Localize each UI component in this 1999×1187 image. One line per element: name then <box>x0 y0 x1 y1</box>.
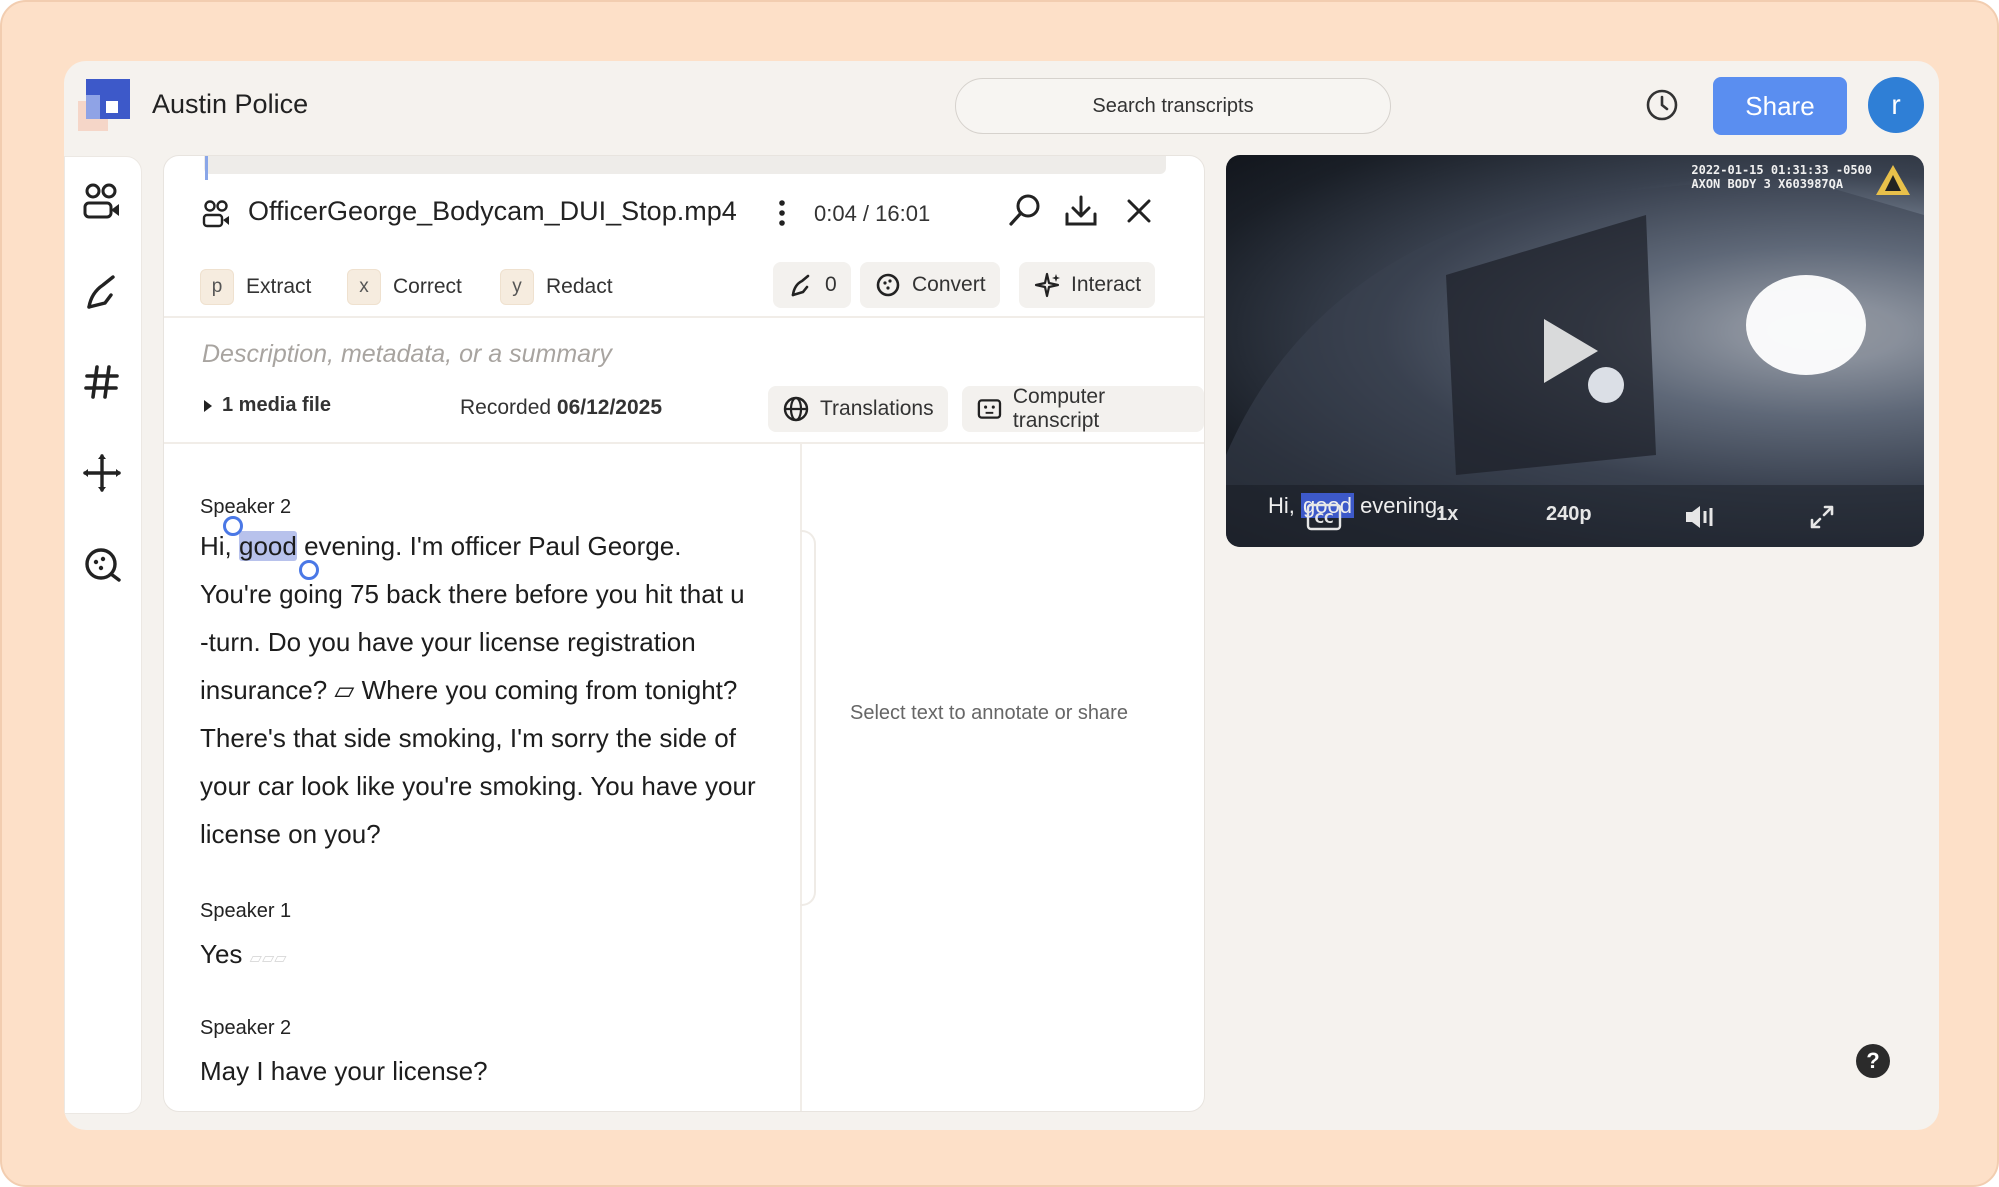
selected-text[interactable]: good <box>239 531 297 561</box>
video-caption: Hi, good evening. <box>1268 493 1443 519</box>
video-player[interactable]: 2022-01-15 01:31:33 -0500 AXON BODY 3 X6… <box>1226 155 1924 547</box>
caret-right-icon <box>204 399 212 412</box>
avatar[interactable]: r <box>1868 77 1924 133</box>
speaker-label: Speaker 2 <box>200 496 292 518</box>
search-analytics-icon[interactable] <box>79 542 125 588</box>
playback-time: 0:04 / 16:01 <box>814 201 931 226</box>
axon-logo-icon <box>1876 165 1910 195</box>
pause-marker: ▱▱▱ <box>249 950 287 967</box>
search-input[interactable]: Search transcripts <box>955 78 1391 134</box>
speakers-icon <box>202 200 229 228</box>
speaker-label: Speaker 2 <box>200 1017 292 1039</box>
annotation-hint: Select text to annotate or share <box>850 702 1128 724</box>
more-options-icon[interactable] <box>776 198 788 228</box>
move-icon[interactable] <box>79 450 125 496</box>
description-field[interactable]: Description, metadata, or a summary <box>202 340 612 369</box>
convert-label: Convert <box>912 273 986 296</box>
people-icon[interactable] <box>79 179 125 225</box>
left-rail <box>64 156 142 1114</box>
logo-icon <box>78 79 130 131</box>
file-name: OfficerGeorge_Bodycam_DUI_Stop.mp4 <box>248 196 737 226</box>
computer-transcript-button[interactable]: Computer transcript <box>962 385 1204 432</box>
extract-action[interactable]: p Extract <box>200 266 311 308</box>
speaker-label: Speaker 1 <box>200 900 292 922</box>
extract-label: Extract <box>246 275 312 298</box>
timestamp-line: 2022-01-15 01:31:33 -0500 <box>1691 163 1872 177</box>
transcript-paragraph[interactable]: Hi, good evening. I'm officer Paul Georg… <box>200 522 760 858</box>
interact-label: Interact <box>1071 273 1142 296</box>
cc-icon[interactable]: CC <box>1306 503 1342 531</box>
convert-icon <box>876 273 900 297</box>
volume-icon[interactable] <box>1684 503 1716 531</box>
playhead[interactable] <box>205 156 208 180</box>
redact-key: y <box>500 269 534 305</box>
bodycam-timestamp: 2022-01-15 01:31:33 -0500 AXON BODY 3 X6… <box>1691 163 1872 191</box>
caption-text: Hi, <box>1268 493 1301 518</box>
annotations-button[interactable]: 0 <box>773 262 851 308</box>
extract-key: p <box>200 269 234 305</box>
caption-text: evening. <box>1353 493 1444 518</box>
text-segment: Yes <box>200 939 243 969</box>
transcript-paragraph[interactable]: May I have your license? <box>200 1047 760 1095</box>
redact-action[interactable]: y Redact <box>500 266 613 308</box>
text-segment: evening. I'm officer Paul George. You're… <box>200 531 756 849</box>
correct-action[interactable]: x Correct <box>347 266 462 308</box>
find-icon[interactable] <box>1006 192 1044 230</box>
annotate-icon <box>791 274 810 297</box>
divider <box>164 316 1204 318</box>
close-icon[interactable] <box>1120 192 1158 230</box>
annotation-count: 0 <box>825 273 837 296</box>
transcript-icon <box>977 399 1002 419</box>
fullscreen-icon[interactable] <box>1808 503 1836 531</box>
annotation-gutter <box>800 530 816 906</box>
media-files-label: 1 media file <box>222 394 331 416</box>
sparkle-icon <box>1034 272 1060 298</box>
timeline-scrubber[interactable] <box>204 156 1166 174</box>
outer-frame: Austin Police Search transcripts Share r <box>0 0 1999 1187</box>
device-line: AXON BODY 3 X603987QA <box>1691 177 1844 191</box>
transcript-paragraph[interactable]: Yes ▱▱▱ <box>200 930 760 983</box>
transcript-body: Speaker 2 Hi, good evening. I'm officer … <box>164 444 802 1111</box>
play-icon[interactable] <box>1540 315 1602 387</box>
hashtag-icon[interactable] <box>79 359 125 405</box>
selection-start-handle[interactable] <box>223 516 243 536</box>
globe-icon <box>783 396 809 422</box>
correct-label: Correct <box>393 275 462 298</box>
playback-speed[interactable]: 1x <box>1436 503 1458 526</box>
recorded-value: 06/12/2025 <box>556 396 663 419</box>
annotate-icon[interactable] <box>79 269 125 315</box>
text-segment: May I have your license? <box>200 1056 488 1086</box>
share-button[interactable]: Share <box>1713 77 1847 135</box>
app-title: Austin Police <box>152 89 309 119</box>
app-window: Austin Police Search transcripts Share r <box>64 61 1939 1130</box>
recorded-date: Recorded 06/12/2025 <box>460 396 662 420</box>
redact-label: Redact <box>546 275 613 298</box>
convert-button[interactable]: Convert <box>860 262 1000 308</box>
interact-button[interactable]: Interact <box>1019 262 1156 308</box>
transcript-panel: OfficerGeorge_Bodycam_DUI_Stop.mp4 0:04 … <box>163 155 1205 1112</box>
download-icon[interactable] <box>1062 192 1100 230</box>
translations-button[interactable]: Translations <box>768 386 948 432</box>
translations-label: Translations <box>820 397 934 420</box>
computer-transcript-label: Computer transcript <box>1012 385 1106 432</box>
quality-selector[interactable]: 240p <box>1546 503 1592 526</box>
history-icon[interactable] <box>1644 87 1680 123</box>
media-files-toggle[interactable]: 1 media file <box>202 394 331 417</box>
help-button[interactable]: ? <box>1856 1044 1890 1078</box>
selection-end-handle[interactable] <box>299 560 319 580</box>
svg-text:CC: CC <box>1314 512 1333 527</box>
correct-key: x <box>347 269 381 305</box>
recorded-label: Recorded <box>460 396 552 419</box>
